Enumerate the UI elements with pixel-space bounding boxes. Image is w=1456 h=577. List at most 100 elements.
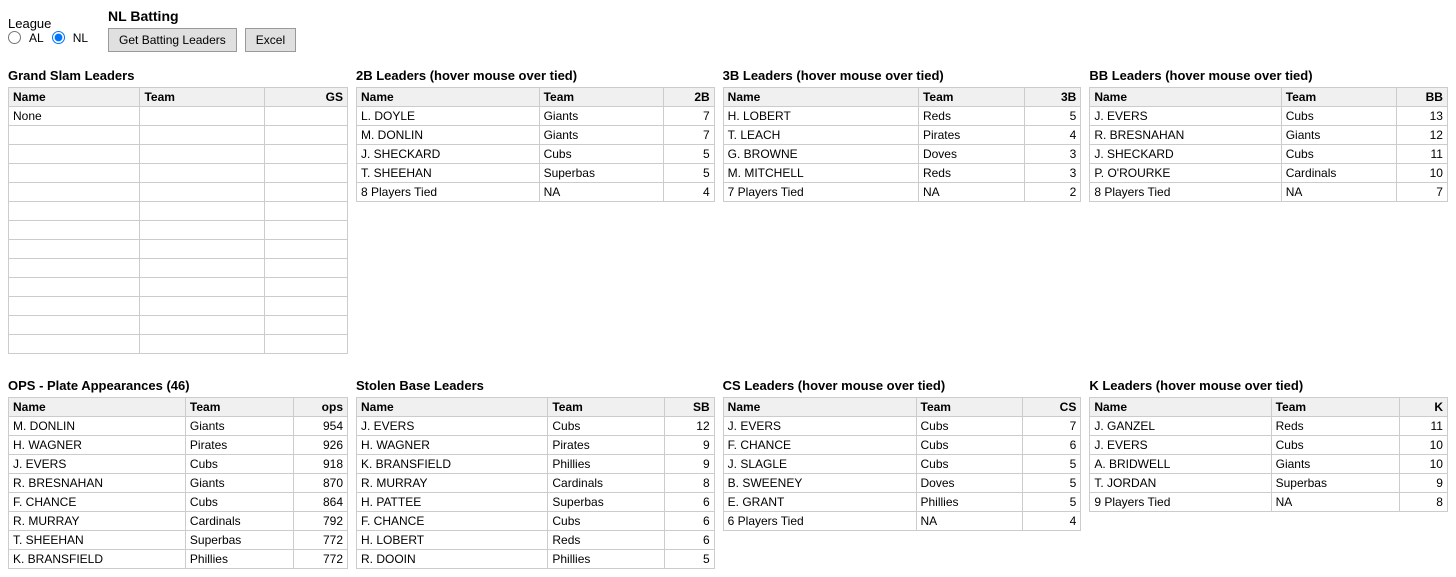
sb-col-val: SB xyxy=(665,398,715,417)
table-row: T. SHEEHANSuperbas772 xyxy=(9,531,348,550)
excel-button[interactable]: Excel xyxy=(245,28,296,52)
row-team: Cubs xyxy=(1271,436,1400,455)
row-team: Superbas xyxy=(548,493,665,512)
row-name: M. MITCHELL xyxy=(723,164,918,183)
table-row: H. LOBERTReds5 xyxy=(723,107,1081,126)
row-name: F. CHANCE xyxy=(9,493,186,512)
table-row xyxy=(9,221,348,240)
row-name: H. WAGNER xyxy=(357,436,548,455)
row-name: A. BRIDWELL xyxy=(1090,455,1271,474)
table-row: H. WAGNERPirates926 xyxy=(9,436,348,455)
table-row: P. O'ROURKECardinals10 xyxy=(1090,164,1448,183)
2b-col-team: Team xyxy=(539,88,664,107)
ops-title: OPS - Plate Appearances (46) xyxy=(8,378,348,393)
row-val: 5 xyxy=(665,550,715,569)
leaders-2b-title: 2B Leaders (hover mouse over tied) xyxy=(356,68,715,83)
table-row: 6 Players TiedNA4 xyxy=(723,512,1081,531)
table-row xyxy=(9,259,348,278)
row-val: 9 xyxy=(665,436,715,455)
row-name: R. DOOIN xyxy=(357,550,548,569)
row-val: 12 xyxy=(665,417,715,436)
gs-team xyxy=(140,107,264,126)
table-row: J. EVERSCubs12 xyxy=(357,417,715,436)
3b-col-val: 3B xyxy=(1025,88,1081,107)
k-table: Name Team K J. GANZELReds11J. EVERSCubs1… xyxy=(1089,397,1448,512)
row-team: Cubs xyxy=(916,455,1023,474)
row-team: Phillies xyxy=(548,550,665,569)
row-team: Reds xyxy=(918,107,1024,126)
row-team: Pirates xyxy=(548,436,665,455)
table-row: K. BRANSFIELDPhillies772 xyxy=(9,550,348,569)
row-val: 5 xyxy=(1025,107,1081,126)
table-row: H. LOBERTReds6 xyxy=(357,531,715,550)
get-batting-button[interactable]: Get Batting Leaders xyxy=(108,28,237,52)
row-name: F. CHANCE xyxy=(357,512,548,531)
row-val: 8 xyxy=(1400,493,1448,512)
table-row: L. DOYLEGiants7 xyxy=(357,107,715,126)
table-row: J. EVERSCubs7 xyxy=(723,417,1081,436)
row-name: J. EVERS xyxy=(357,417,548,436)
row-val: 5 xyxy=(664,145,714,164)
row-name: 8 Players Tied xyxy=(1090,183,1281,202)
row-team: Cubs xyxy=(1281,107,1396,126)
row-val: 12 xyxy=(1397,126,1448,145)
table-row xyxy=(9,278,348,297)
table-row: E. GRANTPhillies5 xyxy=(723,493,1081,512)
row-team: Cubs xyxy=(1281,145,1396,164)
row-team: Phillies xyxy=(916,493,1023,512)
row-val: 10 xyxy=(1400,455,1448,474)
table-row: R. MURRAYCardinals8 xyxy=(357,474,715,493)
table-row: J. SHECKARDCubs5 xyxy=(357,145,715,164)
row-name: B. SWEENEY xyxy=(723,474,916,493)
table-row xyxy=(9,145,348,164)
leaders-bb-table: Name Team BB J. EVERSCubs13R. BRESNAHANG… xyxy=(1089,87,1448,202)
table-row: R. BRESNAHANGiants870 xyxy=(9,474,348,493)
2b-col-name: Name xyxy=(357,88,540,107)
leaders-bb-title: BB Leaders (hover mouse over tied) xyxy=(1089,68,1448,83)
row-name: J. SLAGLE xyxy=(723,455,916,474)
table-row: T. LEACHPirates4 xyxy=(723,126,1081,145)
row-team: Cubs xyxy=(539,145,664,164)
table-row: R. BRESNAHANGiants12 xyxy=(1090,126,1448,145)
grand-slam-table: Name Team GS None xyxy=(8,87,348,354)
row-name: 9 Players Tied xyxy=(1090,493,1271,512)
row-team: Superbas xyxy=(185,531,293,550)
row-team: Superbas xyxy=(539,164,664,183)
bb-col-name: Name xyxy=(1090,88,1281,107)
al-label: AL xyxy=(29,31,44,45)
3b-col-name: Name xyxy=(723,88,918,107)
row-val: 864 xyxy=(293,493,347,512)
table-row: 8 Players TiedNA4 xyxy=(357,183,715,202)
row-name: T. LEACH xyxy=(723,126,918,145)
row-team: Doves xyxy=(918,145,1024,164)
row-team: Cardinals xyxy=(1281,164,1396,183)
row-val: 7 xyxy=(664,107,714,126)
table-row: J. GANZELReds11 xyxy=(1090,417,1448,436)
row-team: Cubs xyxy=(916,436,1023,455)
row-name: H. PATTEE xyxy=(357,493,548,512)
row-val: 5 xyxy=(1023,493,1081,512)
row-val: 772 xyxy=(293,550,347,569)
k-col-name: Name xyxy=(1090,398,1271,417)
row-team: Cubs xyxy=(185,455,293,474)
row-val: 7 xyxy=(1023,417,1081,436)
table-row xyxy=(9,297,348,316)
gs-col-name: Name xyxy=(9,88,140,107)
table-row: A. BRIDWELLGiants10 xyxy=(1090,455,1448,474)
row-val: 5 xyxy=(664,164,714,183)
cs-col-team: Team xyxy=(916,398,1023,417)
row-val: 5 xyxy=(1023,474,1081,493)
table-row: T. JORDANSuperbas9 xyxy=(1090,474,1448,493)
sb-col-team: Team xyxy=(548,398,665,417)
row-name: J. SHECKARD xyxy=(1090,145,1281,164)
al-radio[interactable] xyxy=(8,31,21,44)
2b-col-val: 2B xyxy=(664,88,714,107)
row-val: 13 xyxy=(1397,107,1448,126)
nl-radio[interactable] xyxy=(52,31,65,44)
table-row: 7 Players TiedNA2 xyxy=(723,183,1081,202)
table-row: G. BROWNEDoves3 xyxy=(723,145,1081,164)
table-row: F. CHANCECubs6 xyxy=(357,512,715,531)
row-name: L. DOYLE xyxy=(357,107,540,126)
row-team: Reds xyxy=(918,164,1024,183)
bb-col-val: BB xyxy=(1397,88,1448,107)
